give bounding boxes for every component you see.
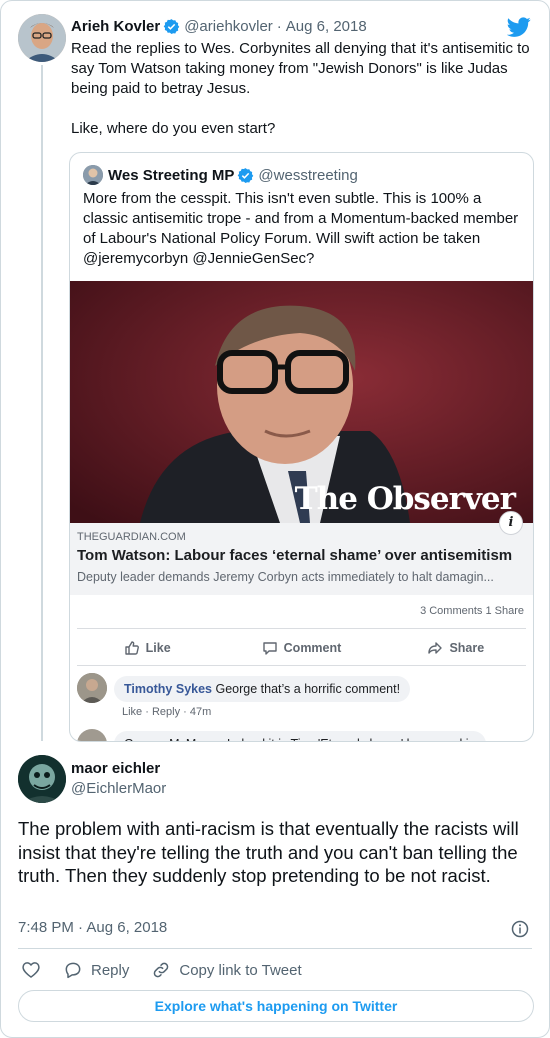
article-title[interactable]: Tom Watson: Labour faces ‘eternal shame’… [77,547,512,564]
quoted-tweet-text: More from the cesspit. This isn't even s… [83,190,519,267]
fb-engagement-counts: 3 Comments 1 Share [420,605,524,617]
divider [18,948,532,949]
like-button[interactable] [21,960,41,980]
copy-link-button[interactable]: Copy link to Tweet [151,960,302,980]
verified-badge-icon [163,18,180,34]
fb-comment-button: Comment [224,637,378,659]
parent-tweet-header: Arieh Kovler @ariehkovler · Aug 6, 2018 [71,16,367,36]
fb-comment-bubble-2: George McManus Indeed it is Tim. 'Eterna… [114,731,486,741]
article-domain: THEGUARDIAN.COM [77,531,186,543]
fb-share-label: Share [449,641,485,655]
date-separator: · [276,17,282,35]
chain-link-icon [154,962,169,978]
parent-tweet-paragraph-2: Like, where do you even start? [71,120,276,137]
parent-handle[interactable]: @ariehkovler [184,18,273,35]
fb-comment-author: Timothy Sykes [124,682,213,696]
copy-link-label: Copy link to Tweet [179,961,302,979]
commenter-avatar [77,729,107,741]
quoted-tweet-header: Wes Streeting MP @wesstreeting [83,165,358,185]
reply-label: Reply [91,961,130,979]
observer-watermark: The Observer [294,481,516,517]
explore-twitter-button[interactable]: Explore what's happening on Twitter [18,990,534,1022]
fb-comment-text: George that’s a horrific comment! [212,682,401,696]
wes-streeting-avatar [83,165,103,185]
article-link-card[interactable]: i THEGUARDIAN.COM Tom Watson: Labour fac… [70,511,533,595]
tweet-embed-card: Arieh Kovler @ariehkovler · Aug 6, 2018 … [0,0,550,1038]
fb-comment-meta: Like · Reply · 47m [122,706,212,718]
quoted-display-name: Wes Streeting MP [108,166,235,184]
arieh-kovler-avatar[interactable] [18,14,66,62]
main-handle[interactable]: @EichlerMaor [71,780,166,797]
quoted-tweet[interactable]: Wes Streeting MP @wesstreeting More from… [69,152,534,742]
reply-button[interactable]: Reply [63,960,129,980]
parent-tweet-text: Read the replies to Wes. Corbynites all … [71,39,541,139]
main-tweet-text: The problem with anti-racism is that eve… [18,818,519,886]
thumbs-up-icon [124,641,139,655]
info-icon[interactable]: i [499,511,523,535]
fb-share-button: Share [379,637,533,659]
parent-display-name[interactable]: Arieh Kovler [71,18,160,35]
main-tweet-timestamp[interactable]: 7:48 PM · Aug 6, 2018 [18,919,167,936]
heart-icon [22,962,40,978]
parent-tweet-paragraph-1: Read the replies to Wes. Corbynites all … [71,40,530,97]
fb-action-bar: Like Comment Share [70,637,533,659]
fb-like-button: Like [70,637,224,659]
tweet-action-bar: Reply Copy link to Tweet [21,959,324,981]
thread-connector-line [41,65,43,741]
comment-icon [262,642,277,655]
info-circle-icon[interactable] [511,920,529,938]
divider [77,628,526,629]
fb-comment-label: Comment [283,641,342,655]
parent-date[interactable]: Aug 6, 2018 [286,18,367,35]
twitter-bird-icon[interactable] [507,15,531,39]
tom-watson-photo: The Observer [70,281,533,523]
maor-eichler-avatar[interactable] [18,755,66,803]
verified-badge-icon [238,167,254,183]
speech-bubble-icon [65,962,81,979]
article-description: Deputy leader demands Jeremy Corbyn acts… [77,570,494,584]
fb-comment-bubble: Timothy Sykes George that’s a horrific c… [114,676,411,702]
share-arrow-icon [428,642,443,654]
commenter-avatar [77,673,107,703]
quoted-handle: @wesstreeting [258,166,358,184]
divider [77,665,526,666]
main-display-name[interactable]: maor eichler [71,760,160,777]
fb-like-label: Like [145,641,171,655]
